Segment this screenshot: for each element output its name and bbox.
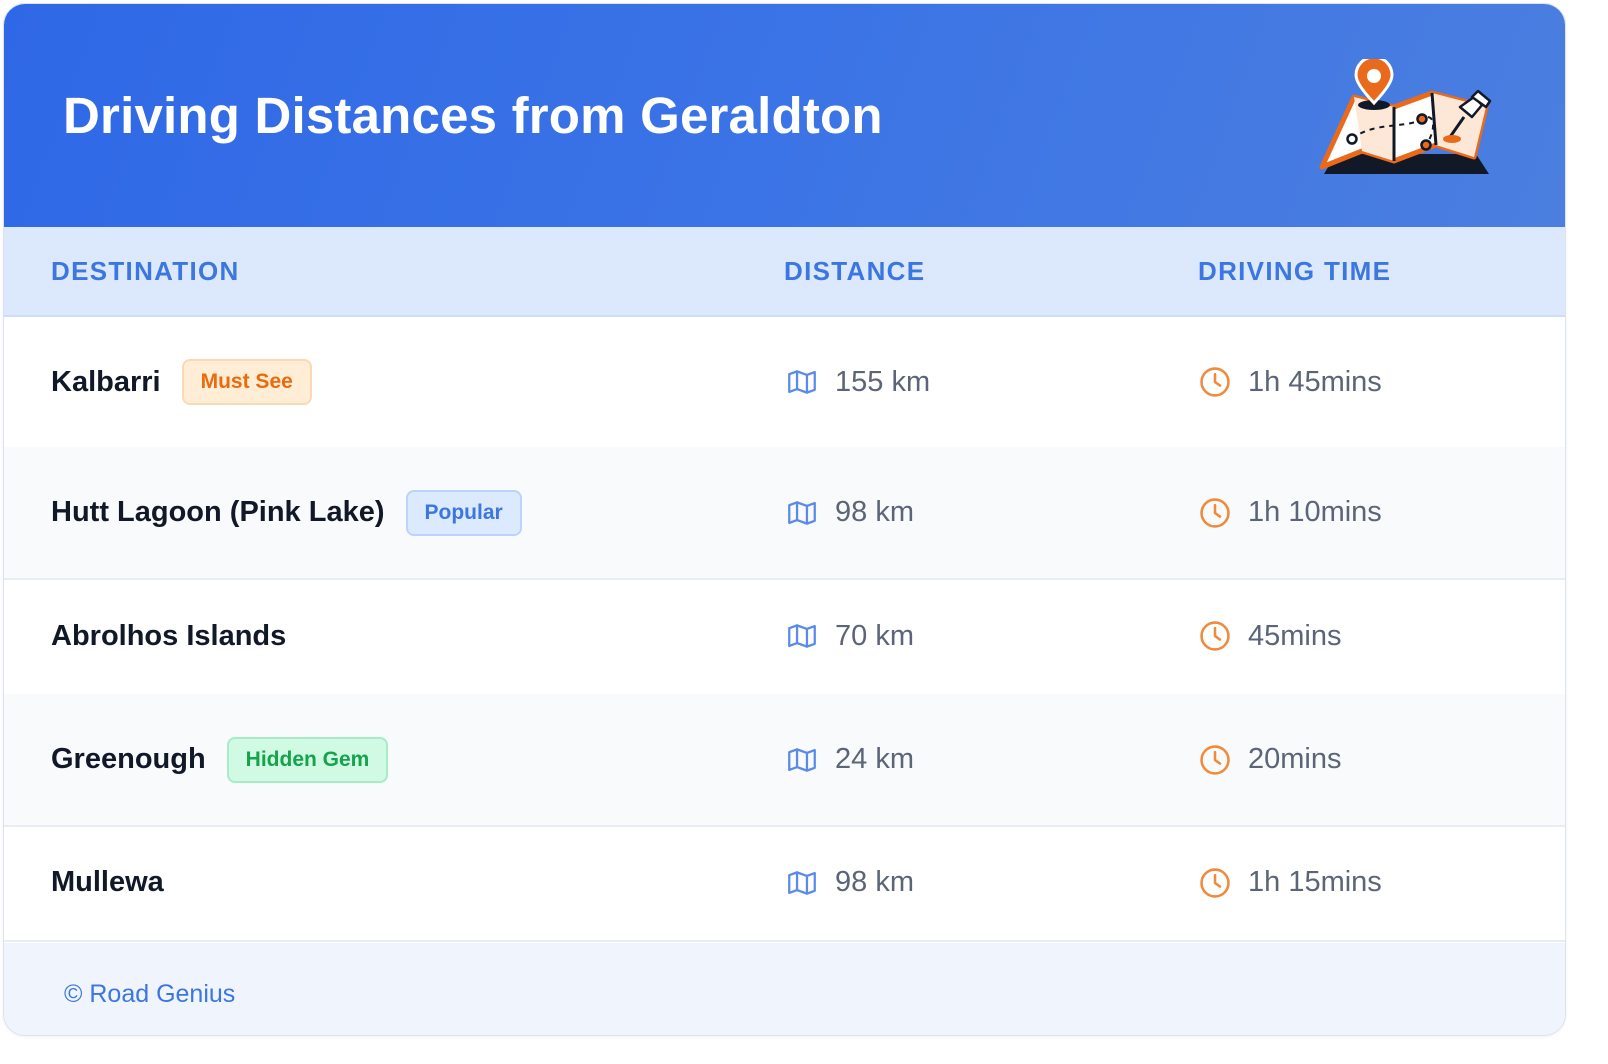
clock-icon [1198,496,1232,530]
table-row: Mullewa 98 km 1h 15mins [4,825,1565,942]
clock-icon [1198,743,1232,777]
destination-badge: Hidden Gem [226,736,389,783]
distances-card: Driving Distances from Geraldton DESTINA… [3,3,1566,1036]
distance-value: 155 km [835,365,931,398]
map-icon [785,866,819,900]
card-footer: © Road Genius [4,943,1565,1035]
table-row: Greenough Hidden Gem 24 km 20mins [4,694,1565,827]
card-header: Driving Distances from Geraldton [4,4,1565,227]
destination-name: Hutt Lagoon (Pink Lake) [51,496,385,528]
distance-cell: 155 km [785,317,930,447]
table-row: Abrolhos Islands 70 km 45mins [4,578,1565,696]
destination-cell: Kalbarri Must See [51,317,312,447]
destination-name: Abrolhos Islands [51,619,287,652]
map-icon [785,496,819,530]
distance-value: 70 km [835,619,914,652]
destination-cell: Greenough Hidden Gem [51,694,389,825]
driving-time-value: 1h 15mins [1248,866,1382,898]
distance-cell: 70 km [785,578,914,694]
driving-time-value: 1h 10mins [1248,496,1382,528]
driving-time-value: 1h 45mins [1248,365,1382,398]
destination-badge: Popular [405,489,522,536]
destination-name: Kalbarri [51,365,161,398]
destination-cell: Hutt Lagoon (Pink Lake) Popular [51,447,522,578]
driving-time-cell: 1h 45mins [1198,317,1382,447]
destination-name: Mullewa [51,866,164,898]
driving-time-value: 45mins [1248,619,1342,652]
distance-value: 98 km [835,496,914,528]
table-row: Kalbarri Must See 155 km 1h 45mins [4,317,1565,449]
map-icon [785,619,819,653]
column-header-driving-time: DRIVING TIME [1198,256,1392,286]
destination-cell: Abrolhos Islands [51,578,286,694]
driving-time-cell: 45mins [1198,578,1342,694]
map-pin-illustration [1319,59,1492,174]
clock-icon [1198,866,1232,900]
map-icon [785,743,819,777]
destination-cell: Mullewa [51,825,164,940]
table-row: Hutt Lagoon (Pink Lake) Popular 98 km 1h 10… [4,447,1565,580]
driving-time-cell: 1h 15mins [1198,825,1382,940]
destination-name: Greenough [51,743,206,775]
destination-badge: Must See [181,359,312,405]
table-header: DESTINATION DISTANCE DRIVING TIME [4,227,1565,317]
distance-cell: 98 km [785,825,914,940]
driving-time-cell: 1h 10mins [1198,447,1382,578]
column-header-destination: DESTINATION [51,256,240,286]
distance-value: 24 km [835,743,914,775]
driving-time-cell: 20mins [1198,694,1342,825]
distance-value: 98 km [835,866,914,898]
map-icon [785,365,819,399]
copyright-credit: © Road Genius [64,980,236,1008]
clock-icon [1198,619,1232,653]
page-title: Driving Distances from Geraldton [63,87,883,144]
clock-icon [1198,365,1232,399]
column-header-distance: DISTANCE [784,256,926,286]
distance-cell: 98 km [785,447,914,578]
distance-cell: 24 km [785,694,914,825]
driving-time-value: 20mins [1248,743,1342,775]
